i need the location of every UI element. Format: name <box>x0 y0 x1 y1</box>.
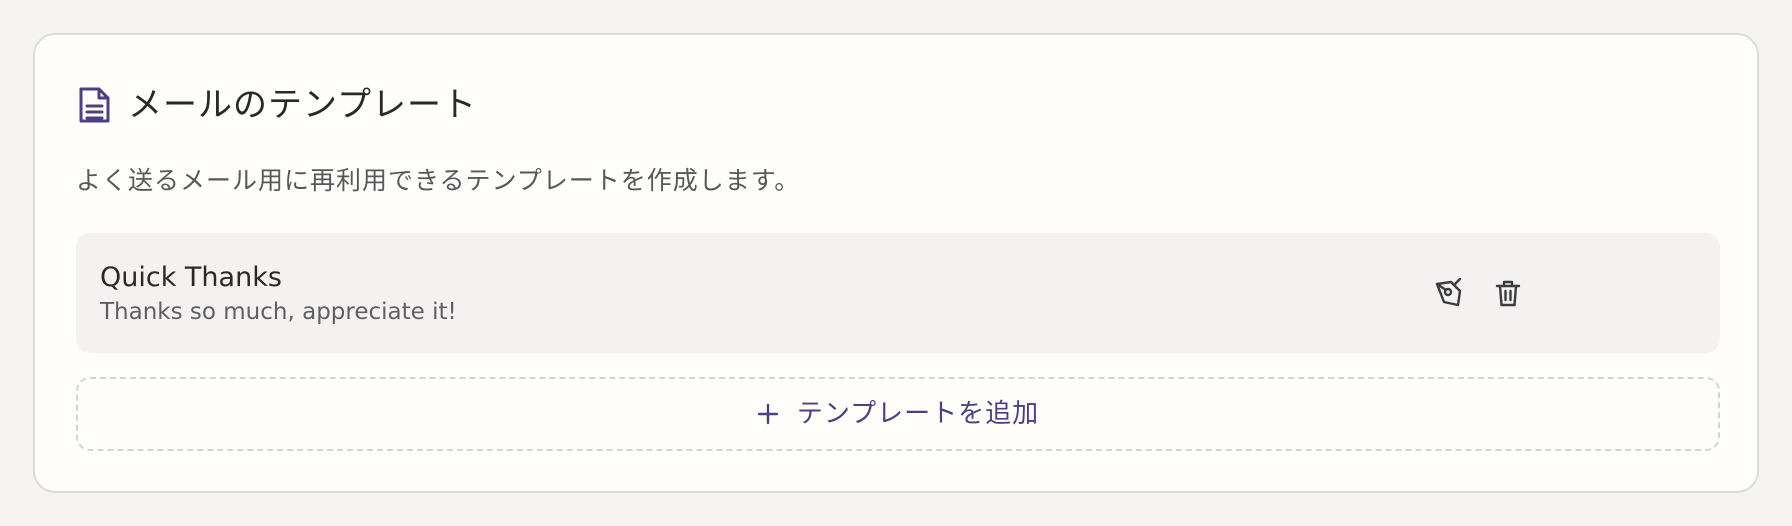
section-title: メールのテンプレート <box>128 85 477 125</box>
edit-template-button[interactable] <box>1428 273 1468 313</box>
delete-template-button[interactable] <box>1488 273 1528 313</box>
plus-icon <box>757 403 779 425</box>
pen-icon <box>1433 278 1463 308</box>
document-icon <box>76 85 112 125</box>
section-description: よく送るメール用に再利用できるテンプレートを作成します。 <box>76 166 801 195</box>
add-template-button[interactable]: テンプレートを追加 <box>76 377 1720 451</box>
email-templates-card: メールのテンプレート よく送るメール用に再利用できるテンプレートを作成します。 … <box>33 33 1759 493</box>
card-header: メールのテンプレート <box>76 83 477 127</box>
trash-icon <box>1493 278 1523 308</box>
add-template-label: テンプレートを追加 <box>796 399 1040 429</box>
template-name: Quick Thanks <box>100 262 282 293</box>
template-body: Thanks so much, appreciate it! <box>100 299 457 325</box>
template-item: Quick Thanks Thanks so much, appreciate … <box>76 233 1720 353</box>
